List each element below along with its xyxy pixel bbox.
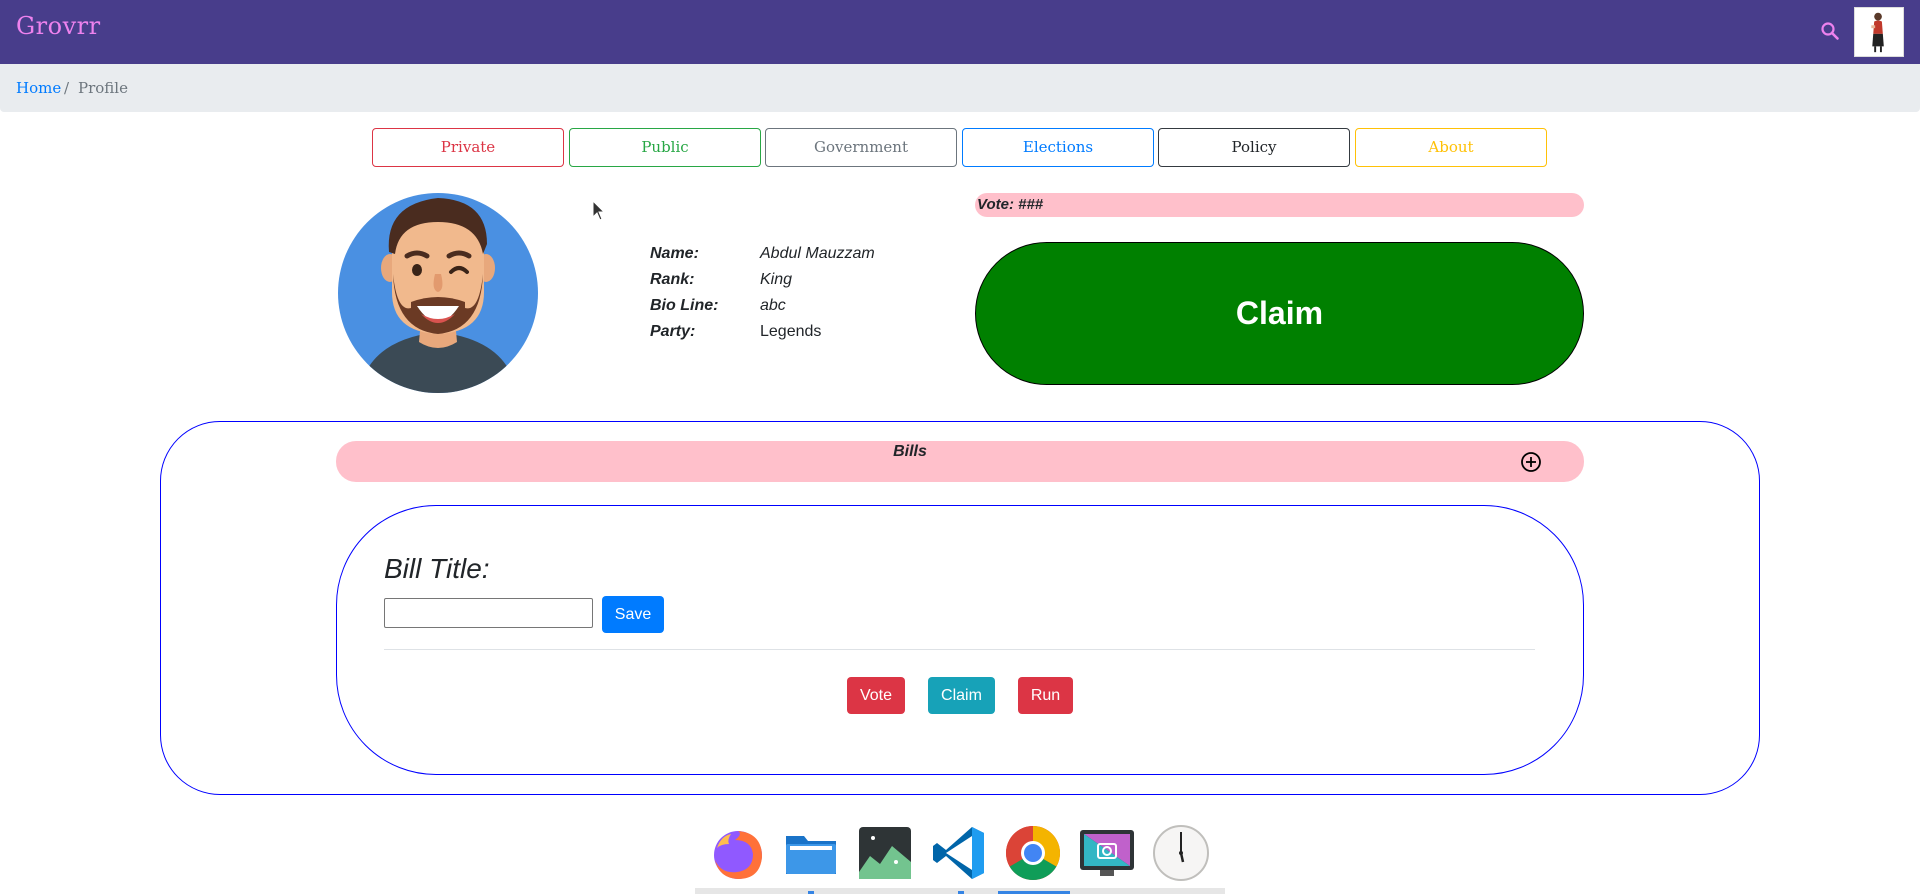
vote-button[interactable]: Vote (847, 677, 905, 714)
rank-label: Rank: (650, 271, 695, 288)
bio-line-value: abc (760, 297, 786, 314)
mouse-cursor-icon (592, 200, 606, 221)
name-label: Name: (650, 245, 699, 262)
vote-count-bar: Vote: ### (975, 193, 1584, 217)
vscode-icon[interactable] (928, 822, 990, 884)
breadcrumb-separator: / (64, 79, 70, 97)
tab-policy[interactable]: Policy (1158, 128, 1350, 167)
user-avatar-thumbnail[interactable] (1854, 7, 1904, 57)
top-navbar: Grovrr (0, 0, 1920, 64)
name-value: Abdul Mauzzam (760, 245, 875, 262)
bill-title-label: Bill Title: (384, 553, 490, 584)
breadcrumb: Home / Profile (0, 64, 1920, 112)
party-label: Party: (650, 323, 696, 340)
bills-title: Bills (893, 443, 927, 460)
bio-line-label: Bio Line: (650, 297, 719, 314)
tab-about[interactable]: About (1355, 128, 1547, 167)
system-monitor-icon[interactable] (854, 822, 916, 884)
person-figure-icon (1871, 12, 1884, 53)
search-icon[interactable] (1820, 21, 1840, 41)
claim-small-button[interactable]: Claim (928, 677, 995, 714)
bills-header: Bills (336, 441, 1584, 482)
breadcrumb-current: Profile (78, 79, 128, 97)
claim-button[interactable]: Claim (975, 242, 1584, 385)
breadcrumb-home-link[interactable]: Home (16, 79, 61, 97)
divider (384, 649, 1535, 650)
firefox-icon[interactable] (707, 822, 769, 884)
tab-public[interactable]: Public (569, 128, 761, 167)
plus-circle-icon[interactable] (1520, 451, 1542, 473)
tab-government[interactable]: Government (765, 128, 957, 167)
tab-private[interactable]: Private (372, 128, 564, 167)
chrome-icon[interactable] (1002, 822, 1064, 884)
tab-elections[interactable]: Elections (962, 128, 1154, 167)
brand-logo[interactable]: Grovrr (16, 12, 101, 40)
save-button[interactable]: Save (602, 596, 664, 633)
run-button[interactable]: Run (1018, 677, 1073, 714)
profile-avatar (338, 193, 538, 393)
folder-icon[interactable] (780, 822, 842, 884)
clock-icon[interactable] (1150, 822, 1212, 884)
party-value: Legends (760, 323, 822, 340)
rank-value: King (760, 271, 793, 288)
bill-title-input[interactable] (384, 598, 593, 628)
bill-card (336, 505, 1584, 775)
screenshot-icon[interactable] (1076, 822, 1138, 884)
